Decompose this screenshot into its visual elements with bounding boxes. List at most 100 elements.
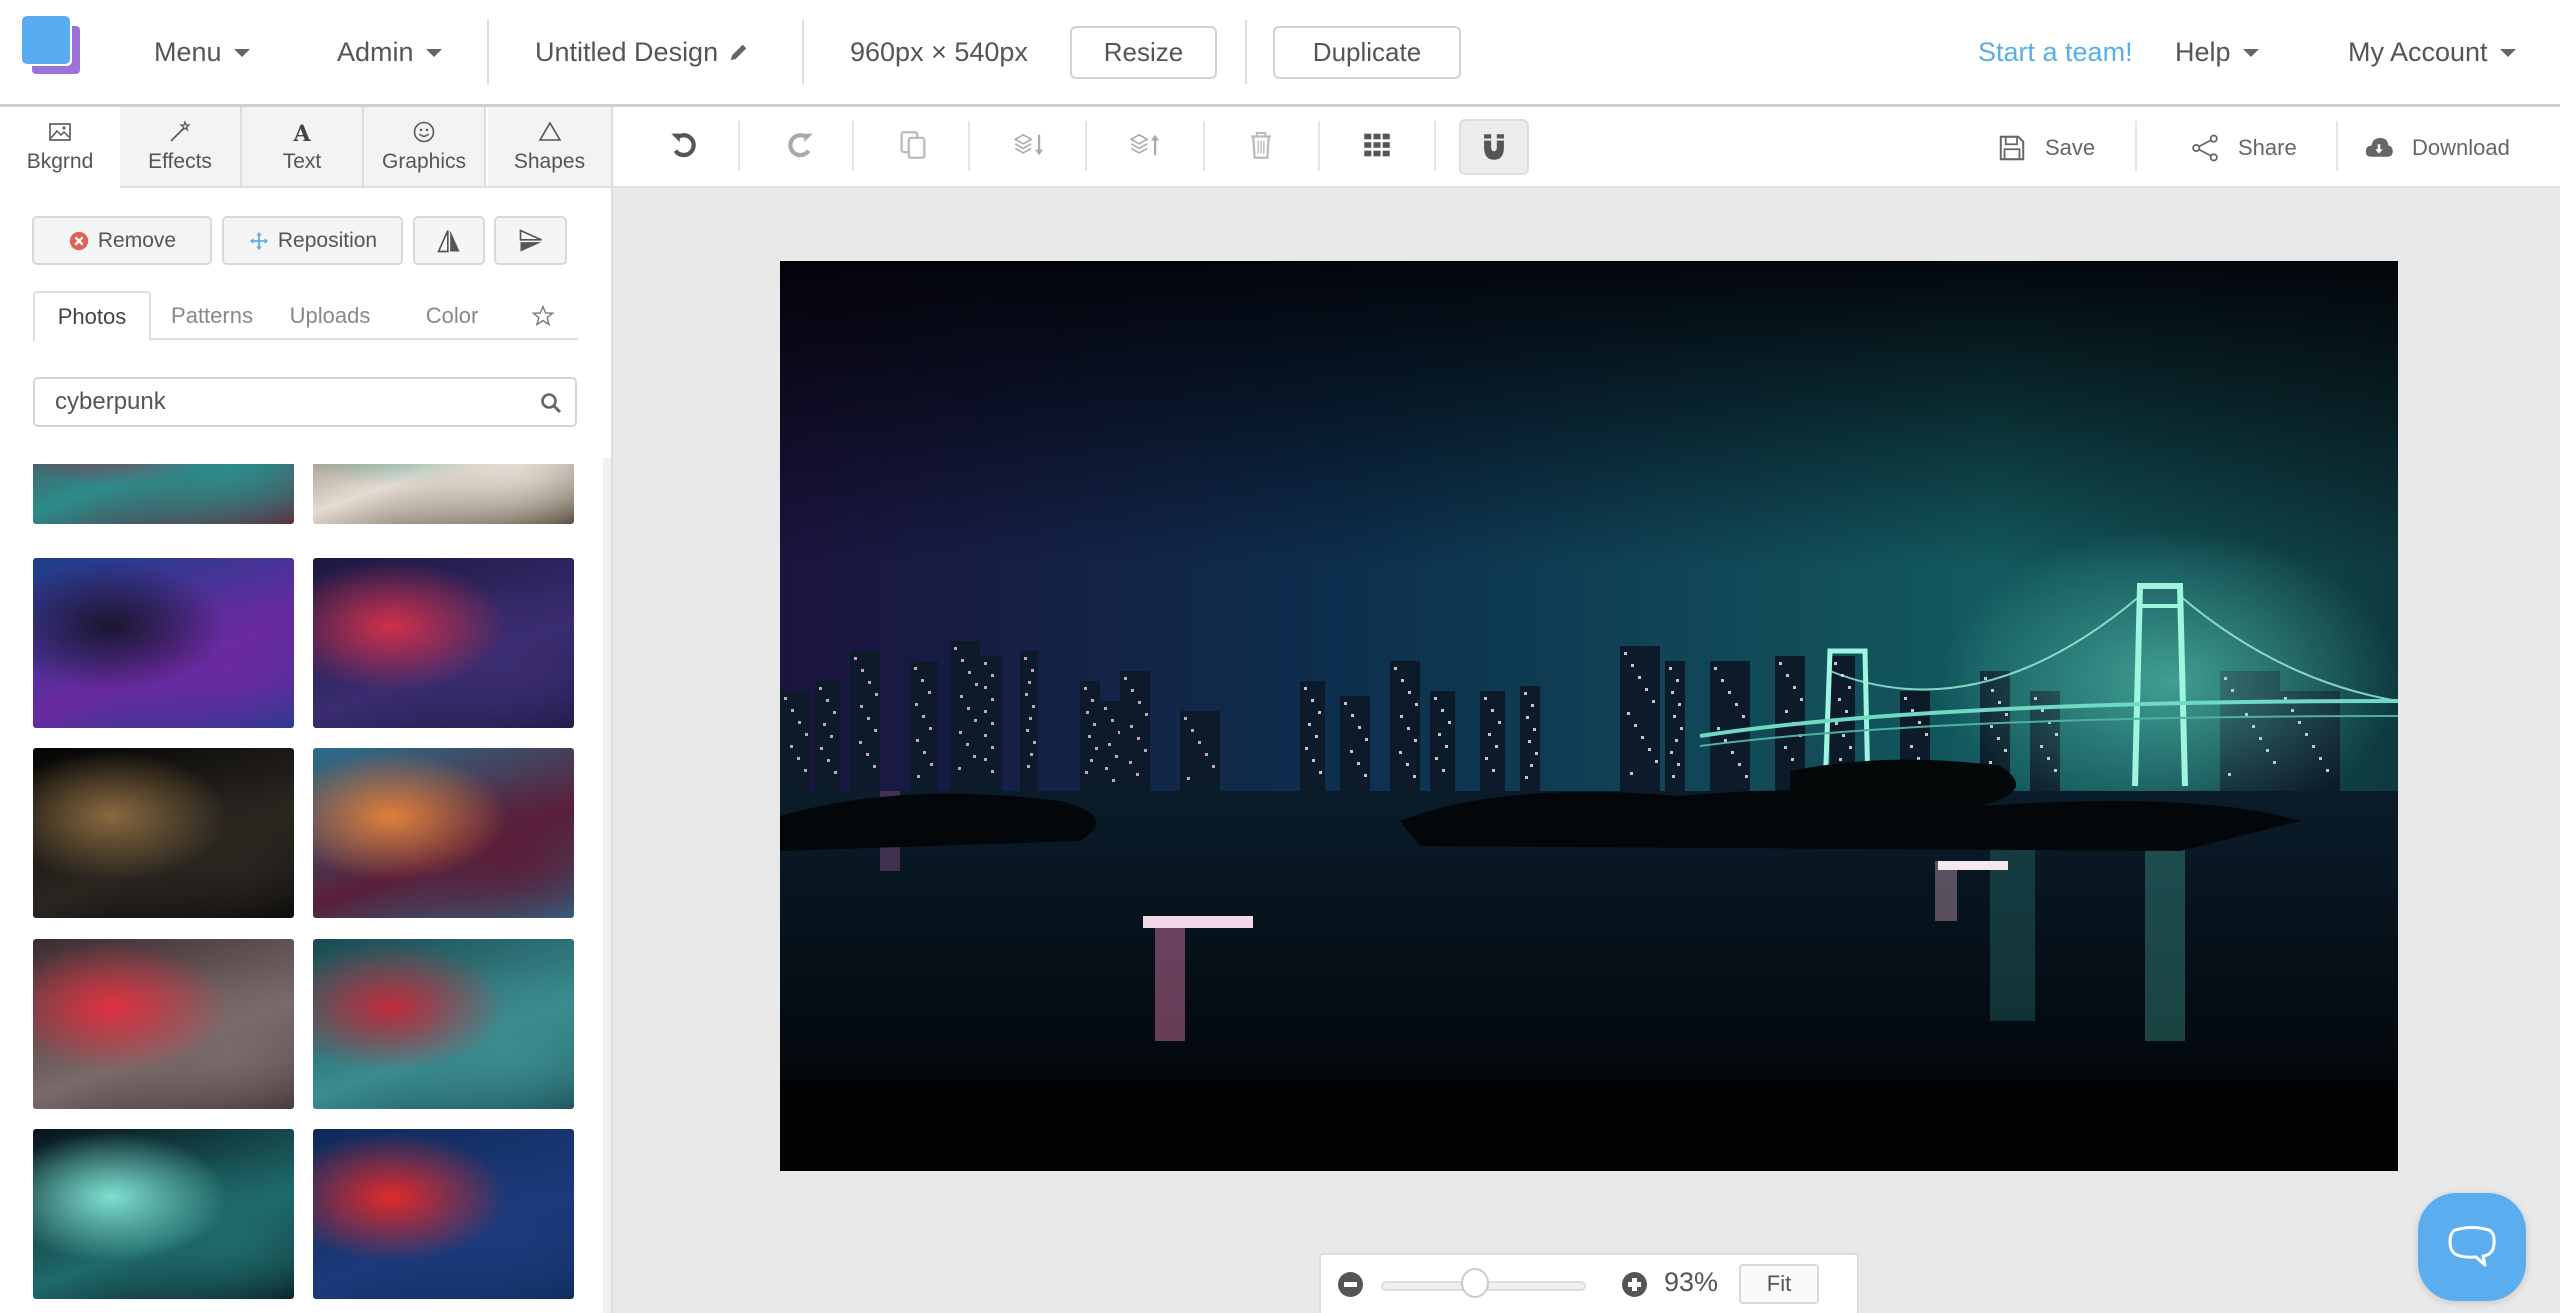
building-light [1434,697,1437,700]
tab-shapes[interactable]: Shapes [488,107,613,188]
star-icon [531,304,555,326]
building-light [1111,719,1114,722]
tab-graphics[interactable]: Graphics [364,107,486,188]
tab-label: Effects [148,149,212,173]
toolbar: Bkgrnd Effects A Text Graphics Shapes Sa… [0,107,2560,188]
design-title[interactable]: Untitled Design [535,0,750,104]
subtab-patterns[interactable]: Patterns [153,291,271,340]
help-dropdown[interactable]: Help [2175,0,2259,104]
divider [1245,20,1247,84]
zoom-slider-handle[interactable] [1460,1268,1489,1298]
building-light [984,734,987,737]
photo-thumbnail[interactable] [313,558,574,728]
subtab-uploads[interactable]: Uploads [271,291,389,340]
panel-scrollbar[interactable] [603,458,611,1313]
building-light [1129,761,1132,764]
photo-thumbnail[interactable] [33,939,294,1109]
photo-thumbnail[interactable] [33,558,294,728]
building-light [1495,745,1498,748]
building-light [959,731,962,734]
building-light [1364,774,1367,777]
photo-thumbnail[interactable] [313,1129,574,1299]
tab-background[interactable]: Bkgrnd [0,107,122,188]
subtab-photos[interactable]: Photos [33,291,151,342]
snap-toggle[interactable] [1459,119,1529,175]
building-light [1793,686,1796,689]
building-light [1093,723,1096,726]
building-light [1669,667,1672,670]
subtab-color[interactable]: Color [393,291,511,340]
resize-button[interactable]: Resize [1070,26,1217,79]
account-dropdown[interactable]: My Account [2348,0,2516,104]
remove-label: Remove [97,228,177,252]
building-light [1655,760,1658,763]
building-light [1904,697,1907,700]
search-icon[interactable] [539,391,563,415]
start-team-link[interactable]: Start a team! [1978,0,2133,104]
building-light [1445,745,1448,748]
tab-effects[interactable]: Effects [120,107,242,188]
bring-forward-button[interactable] [1116,119,1176,171]
dimensions-label: 960px × 540px [850,36,1028,67]
copy-button[interactable] [883,119,943,171]
save-button[interactable]: Save [1997,107,2095,188]
send-backward-button[interactable] [1000,119,1060,171]
building-light [866,753,869,756]
menu-dropdown[interactable]: Menu [154,0,250,104]
download-button[interactable]: Download [2364,107,2510,188]
share-icon [2192,134,2218,161]
admin-dropdown[interactable]: Admin [337,0,442,104]
photo-thumbnail[interactable] [33,1129,294,1299]
flip-vertical-button[interactable] [494,216,567,265]
reposition-button[interactable]: Reposition [222,216,403,265]
remove-button[interactable]: Remove [32,216,212,265]
duplicate-button[interactable]: Duplicate [1273,26,1461,79]
building-light [1311,699,1314,702]
app-logo[interactable] [22,16,82,76]
fit-button[interactable]: Fit [1739,1264,1819,1304]
support-chat-button[interactable] [2418,1193,2526,1301]
zoom-out-icon[interactable] [1338,1272,1363,1297]
floppy-disk-icon [1999,135,2025,160]
building [780,691,810,801]
building-light [798,721,801,724]
building-light [1136,773,1139,776]
building-light [1791,758,1794,761]
building-light [974,719,977,722]
building-light [991,698,994,701]
subtab-favorites[interactable] [513,291,573,340]
building-light [1028,681,1031,684]
building-light [1627,712,1630,715]
building-light [1533,728,1536,731]
building-light [1634,724,1637,727]
building-light [991,770,994,773]
grid-button[interactable] [1347,119,1407,171]
photo-thumbnail[interactable] [33,748,294,918]
flip-horizontal-button[interactable] [413,216,485,265]
divider [1203,121,1205,171]
building-light [922,715,925,718]
building-light [1672,775,1675,778]
building-light [1676,679,1679,682]
building-light [928,691,931,694]
caret-down-icon [425,49,442,57]
design-canvas[interactable] [780,261,2398,1171]
zoom-in-icon[interactable] [1622,1272,1647,1297]
photo-thumbnail[interactable] [313,748,574,918]
photo-search-input[interactable] [55,384,525,420]
redo-button[interactable] [770,119,830,171]
building-light [1205,753,1208,756]
building-light [1131,689,1134,692]
delete-button[interactable] [1231,119,1291,171]
tab-text[interactable]: A Text [242,107,364,188]
building [1480,691,1505,801]
building-light [1399,751,1402,754]
undo-button[interactable] [654,119,714,171]
share-button[interactable]: Share [2190,107,2297,188]
chat-bubble-icon [2448,1226,2496,1267]
building-light [1024,657,1027,660]
photo-thumbnail[interactable] [313,939,574,1109]
building-light [991,746,994,749]
tab-label: Bkgrnd [26,149,94,173]
building-light [917,775,920,778]
